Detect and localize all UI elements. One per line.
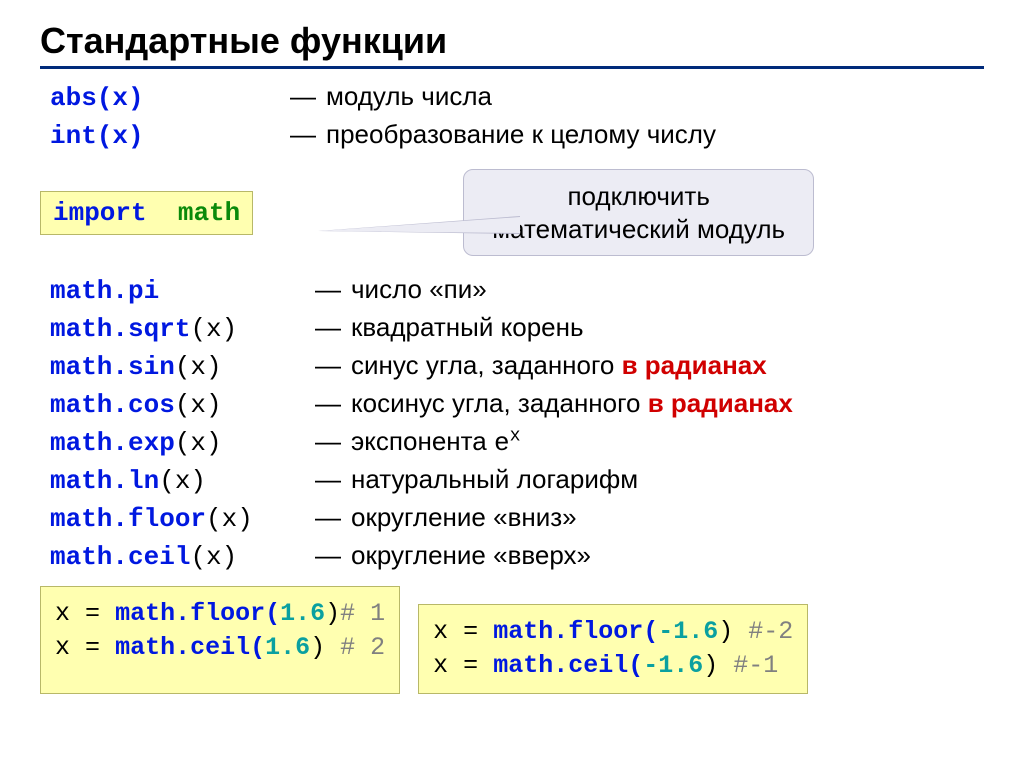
func-row: math.cos(x) — косинус угла, заданного в … bbox=[50, 388, 984, 420]
func-code: math.ceil(x) bbox=[50, 542, 305, 572]
top-functions: abs(x) — модуль числа int(x) — преобразо… bbox=[40, 81, 984, 151]
func-code: int(x) bbox=[50, 121, 280, 151]
func-desc: натуральный логарифм bbox=[351, 464, 638, 495]
func-code: math.pi bbox=[50, 276, 305, 306]
math-functions-list: math.pi — число «пи» math.sqrt(x) — квад… bbox=[40, 274, 984, 572]
callout-box: подключить математический модуль bbox=[463, 169, 814, 256]
import-module: math bbox=[178, 198, 240, 228]
import-keyword: import bbox=[53, 198, 147, 228]
callout-tail bbox=[320, 217, 520, 233]
func-code: math.sqrt(x) bbox=[50, 314, 305, 344]
title-rule bbox=[40, 66, 984, 69]
exp-formula: ex bbox=[494, 428, 521, 458]
func-desc: преобразование к целому числу bbox=[326, 119, 716, 150]
example-box-negative: x = math.floor(-1.6) #-2 x = math.ceil(-… bbox=[418, 604, 808, 694]
func-row: math.pi — число «пи» bbox=[50, 274, 984, 306]
page-title: Стандартные функции bbox=[40, 20, 984, 62]
func-row: math.ceil(x) — округление «вверх» bbox=[50, 540, 984, 572]
func-desc: косинус угла, заданного в радианах bbox=[351, 388, 793, 419]
func-desc: округление «вниз» bbox=[351, 502, 577, 533]
func-code: math.cos(x) bbox=[50, 390, 305, 420]
example-line: x = math.floor(1.6)# 1 bbox=[55, 597, 385, 631]
func-desc: округление «вверх» bbox=[351, 540, 591, 571]
func-desc: модуль числа bbox=[326, 81, 492, 112]
import-callout: import math подключить математический мо… bbox=[40, 169, 984, 256]
func-code: abs(x) bbox=[50, 83, 280, 113]
dash: — bbox=[290, 81, 316, 112]
func-row: int(x) — преобразование к целому числу bbox=[50, 119, 984, 151]
dash: — bbox=[290, 119, 316, 150]
callout-line: подключить bbox=[492, 180, 785, 213]
example-line: x = math.floor(-1.6) #-2 bbox=[433, 615, 793, 649]
func-row: math.floor(x) — округление «вниз» bbox=[50, 502, 984, 534]
func-row: math.sin(x) — синус угла, заданного в ра… bbox=[50, 350, 984, 382]
func-code: math.sin(x) bbox=[50, 352, 305, 382]
func-row: math.exp(x) — экспонента ex bbox=[50, 426, 984, 458]
func-row: math.sqrt(x) — квадратный корень bbox=[50, 312, 984, 344]
func-desc: синус угла, заданного в радианах bbox=[351, 350, 767, 381]
func-code: math.ln(x) bbox=[50, 466, 305, 496]
func-code: math.floor(x) bbox=[50, 504, 305, 534]
example-line: x = math.ceil(1.6) # 2 bbox=[55, 631, 385, 665]
func-desc: экспонента ex bbox=[351, 426, 520, 458]
func-desc: число «пи» bbox=[351, 274, 487, 305]
example-box-positive: x = math.floor(1.6)# 1 x = math.ceil(1.6… bbox=[40, 586, 400, 694]
examples: x = math.floor(1.6)# 1 x = math.ceil(1.6… bbox=[40, 586, 984, 694]
import-box: import math bbox=[40, 191, 253, 235]
example-line: x = math.ceil(-1.6) #-1 bbox=[433, 649, 793, 683]
func-desc: квадратный корень bbox=[351, 312, 584, 343]
func-row: math.ln(x) — натуральный логарифм bbox=[50, 464, 984, 496]
callout-line: математический модуль bbox=[492, 213, 785, 246]
func-row: abs(x) — модуль числа bbox=[50, 81, 984, 113]
func-code: math.exp(x) bbox=[50, 428, 305, 458]
